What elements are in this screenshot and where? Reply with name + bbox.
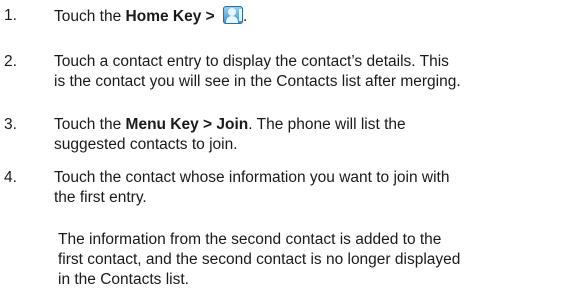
step-number: 3. xyxy=(4,116,17,133)
result-note: The information from the second contact … xyxy=(58,230,586,290)
step-line: Touch a contact entry to display the con… xyxy=(54,53,449,70)
step-text: Touch a contact entry to display the con… xyxy=(54,52,586,92)
step-text: Touch the contact whose information you … xyxy=(54,168,586,208)
step-line: Touch the Menu Key > Join. The phone wil… xyxy=(54,115,586,135)
step-number: 2. xyxy=(4,53,17,70)
step-line: is the contact you will see in the Conta… xyxy=(54,73,461,90)
menu-key-join-label: Menu Key > Join xyxy=(125,116,249,133)
step-number: 4. xyxy=(4,169,17,186)
step-text-after: . The phone will list the xyxy=(248,116,406,133)
step-text-after: . xyxy=(243,8,248,25)
step-text-before: Touch the xyxy=(54,116,126,133)
home-key-label: Home Key > xyxy=(125,8,215,25)
step-text: Touch the Home Key > . xyxy=(54,6,586,27)
step-text-before: Touch the xyxy=(54,8,126,25)
note-line: in the Contacts list. xyxy=(58,271,189,288)
note-line: The information from the second contact … xyxy=(58,231,442,248)
step-text: Touch the Menu Key > Join. The phone wil… xyxy=(54,115,586,155)
step-number: 1. xyxy=(4,7,17,24)
step-line: suggested contacts to join. xyxy=(54,136,238,153)
note-line: first contact, and the second contact is… xyxy=(58,251,461,268)
step-line: Touch the contact whose information you … xyxy=(54,169,450,186)
contacts-app-icon xyxy=(223,6,244,24)
step-line: the first entry. xyxy=(54,189,147,206)
